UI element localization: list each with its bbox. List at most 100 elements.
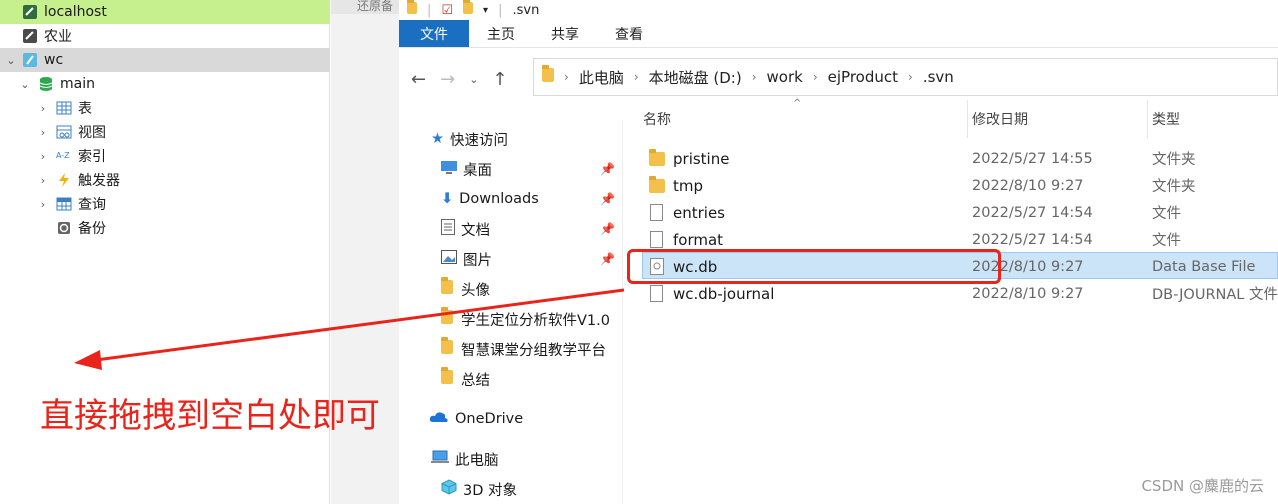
column-header-name[interactable]: 名称 ^: [643, 98, 968, 138]
nav-label: 总结: [461, 372, 490, 389]
folder-icon: [441, 307, 453, 328]
nav-folder-avatar[interactable]: 头像: [399, 274, 623, 304]
chevron-right-icon[interactable]: ›: [36, 198, 50, 211]
file-name: entries: [673, 203, 725, 222]
breadcrumb-svn[interactable]: .svn: [923, 68, 954, 86]
nav-label: 桌面: [463, 162, 492, 179]
cloud-icon: [429, 411, 449, 427]
chevron-right-icon[interactable]: ›: [36, 150, 50, 163]
address-bar[interactable]: › 此电脑 › 本地磁盘 (D:) › work › ejProduct › .…: [533, 58, 1278, 96]
view-icon: [56, 124, 72, 140]
column-header-type[interactable]: 类型: [1148, 100, 1278, 138]
column-label: 类型: [1152, 112, 1180, 128]
chevron-right-icon[interactable]: ›: [36, 102, 50, 115]
tab-view[interactable]: 查看: [597, 20, 661, 47]
breadcrumb-separator-icon[interactable]: ›: [908, 70, 913, 84]
nav-label: Downloads: [459, 191, 539, 207]
tree-item-label: 索引: [78, 149, 106, 165]
nav-label: 文档: [461, 222, 490, 239]
forward-arrow-icon[interactable]: →: [440, 69, 455, 90]
nav-onedrive[interactable]: OneDrive: [399, 404, 623, 434]
breadcrumb-separator-icon[interactable]: ›: [813, 70, 818, 84]
tree-item-nongye[interactable]: 农业: [0, 24, 330, 48]
nav-folder-student-locator[interactable]: 学生定位分析软件V1.0: [399, 304, 623, 334]
window-title: .svn: [512, 2, 540, 18]
tree-item-localhost[interactable]: localhost: [0, 0, 330, 24]
breadcrumb-separator-icon[interactable]: ›: [634, 70, 639, 84]
file-date: 2022/8/10 9:27: [972, 285, 1084, 302]
chevron-down-icon[interactable]: ⌄: [18, 78, 32, 91]
quick-access-dropdown-icon[interactable]: ▾: [483, 5, 488, 16]
tree-item-label: 视图: [78, 125, 106, 141]
pin-icon[interactable]: 📌: [600, 162, 615, 176]
file-row[interactable]: tmp 2022/8/10 9:27 文件夹: [643, 172, 1278, 199]
nav-label: 图片: [463, 252, 492, 269]
tree-item-label: wc: [44, 52, 64, 68]
file-type: 文件: [1152, 206, 1181, 222]
nav-label: OneDrive: [455, 411, 524, 427]
ribbon-tabs: 文件 主页 共享 查看: [399, 20, 1278, 48]
tree-item-indexes[interactable]: › A-Z 索引: [0, 144, 330, 168]
tree-item-label: 农业: [44, 29, 72, 45]
tree-item-label: 触发器: [78, 173, 120, 189]
recent-locations-chevron-icon[interactable]: ⌄: [469, 73, 478, 86]
table-icon: [56, 100, 72, 116]
restore-backup-tab[interactable]: 还原备: [331, 0, 399, 14]
database-icon: [38, 76, 54, 92]
chevron-down-icon[interactable]: ⌄: [0, 54, 22, 67]
back-arrow-icon[interactable]: ←: [411, 69, 426, 90]
nav-desktop[interactable]: 桌面 📌: [399, 154, 623, 184]
cube-icon: [441, 479, 457, 499]
nav-folder-summary[interactable]: 总结: [399, 364, 623, 394]
nav-this-pc[interactable]: 此电脑: [399, 444, 623, 474]
chevron-right-icon[interactable]: ›: [36, 174, 50, 187]
column-label: 修改日期: [972, 112, 1028, 128]
file-date: 2022/8/10 9:27: [972, 177, 1084, 194]
file-name: pristine: [673, 149, 730, 168]
tree-item-tables[interactable]: › 表: [0, 96, 330, 120]
nav-3d-objects[interactable]: 3D 对象: [399, 474, 623, 504]
up-arrow-icon[interactable]: ↑: [492, 69, 507, 90]
tab-file[interactable]: 文件: [399, 20, 469, 47]
folder-icon: [441, 337, 453, 358]
file-type: 文件夹: [1152, 179, 1196, 195]
file-name: tmp: [673, 176, 704, 195]
nav-pictures[interactable]: 图片 📌: [399, 244, 623, 274]
tree-item-queries[interactable]: › 查询: [0, 192, 330, 216]
file-row[interactable]: wc.db-journal 2022/8/10 9:27 DB-JOURNAL …: [643, 280, 1278, 307]
tree-item-wc[interactable]: ⌄ wc: [0, 48, 330, 72]
breadcrumb-this-pc[interactable]: 此电脑: [579, 67, 624, 88]
breadcrumb-separator-icon[interactable]: ›: [752, 70, 757, 84]
navigation-pane: ★ 快速访问 桌面 📌 ⬇ Downloads 📌 文档 📌 图片 📌 头像 学…: [399, 120, 623, 504]
properties-checkbox-icon[interactable]: ☑: [441, 3, 453, 18]
folder-icon: [463, 0, 474, 18]
tab-share[interactable]: 共享: [533, 20, 597, 47]
file-date: 2022/5/27 14:55: [972, 150, 1093, 167]
file-row[interactable]: pristine 2022/5/27 14:55 文件夹: [643, 145, 1278, 172]
pin-icon[interactable]: 📌: [600, 252, 615, 266]
pin-icon[interactable]: 📌: [600, 192, 615, 206]
breadcrumb-ejproduct[interactable]: ejProduct: [828, 68, 898, 86]
pin-icon[interactable]: 📌: [600, 222, 615, 236]
column-header-date[interactable]: 修改日期: [968, 100, 1148, 138]
folder-icon: [441, 277, 453, 298]
tree-item-triggers[interactable]: › 触发器: [0, 168, 330, 192]
tree-item-main[interactable]: ⌄ main: [0, 72, 330, 96]
tree-item-label: 备份: [78, 221, 106, 237]
tab-home[interactable]: 主页: [469, 20, 533, 47]
file-row[interactable]: entries 2022/5/27 14:54 文件: [643, 199, 1278, 226]
breadcrumb-local-disk[interactable]: 本地磁盘 (D:): [649, 67, 742, 88]
nav-folder-smart-classroom[interactable]: 智慧课堂分组教学平台: [399, 334, 623, 364]
breadcrumb-work[interactable]: work: [767, 68, 803, 86]
nav-label: 学生定位分析软件V1.0: [461, 312, 610, 329]
tree-item-views[interactable]: › 视图: [0, 120, 330, 144]
file-list: 名称 ^ 修改日期 类型 pristine 2022/5/27 14:55 文件…: [623, 98, 1278, 504]
chevron-right-icon[interactable]: ›: [36, 126, 50, 139]
file-icon: [650, 199, 663, 226]
folder-icon: [441, 367, 453, 388]
nav-downloads[interactable]: ⬇ Downloads 📌: [399, 184, 623, 214]
nav-quick-access[interactable]: ★ 快速访问: [399, 124, 623, 154]
nav-documents[interactable]: 文档 📌: [399, 214, 623, 244]
tree-item-backup[interactable]: 备份: [0, 216, 330, 240]
file-date: 2022/5/27 14:54: [972, 204, 1093, 221]
